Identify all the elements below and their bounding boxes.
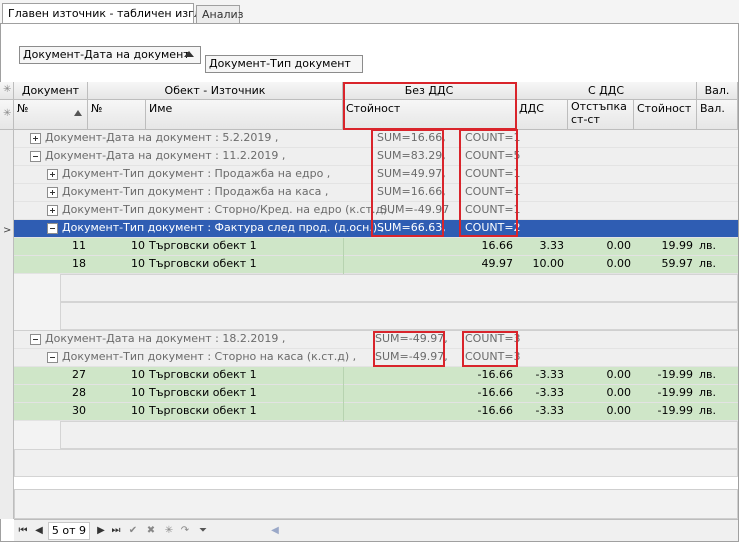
header-corner-top[interactable]: ✳ bbox=[0, 82, 14, 100]
goto-bookmark-icon[interactable]: ↷ bbox=[178, 524, 192, 538]
asterisk-icon: ✳ bbox=[3, 108, 12, 119]
sort-ascending-icon bbox=[74, 110, 82, 116]
group-footer-indent bbox=[14, 274, 60, 330]
sort-ascending-icon bbox=[184, 51, 194, 57]
scroll-left-icon[interactable]: ◀ bbox=[268, 524, 282, 538]
filter-icon[interactable]: ⏷ bbox=[196, 524, 210, 538]
expand-icon[interactable] bbox=[47, 205, 58, 216]
asterisk-icon: ✳ bbox=[3, 84, 12, 95]
group-by-date-chip[interactable]: Документ-Дата на документ bbox=[19, 46, 201, 64]
data-navigator: ⏮ ◀ 5 от 9 ▶ ⏭ ✔ ✖ ✳ ↷ ⏷ ◀ bbox=[14, 519, 738, 541]
record-position: 5 от 9 bbox=[48, 522, 90, 540]
group-by-type-label: Документ-Тип документ bbox=[209, 57, 351, 70]
group-footer bbox=[60, 421, 738, 449]
group-footer bbox=[60, 274, 738, 302]
band-document[interactable]: Документ bbox=[14, 82, 88, 100]
table-row[interactable]: 30 10 Търговски обект 1 -16.66 -3.33 0.0… bbox=[14, 403, 738, 421]
table-row[interactable]: 28 10 Търговски обект 1 -16.66 -3.33 0.0… bbox=[14, 385, 738, 403]
next-record-icon[interactable]: ▶ bbox=[94, 524, 108, 538]
collapse-icon[interactable] bbox=[47, 223, 58, 234]
table-row[interactable]: 11 10 Търговски обект 1 16.66 3.33 0.00 … bbox=[14, 238, 738, 256]
table-row[interactable]: 18 10 Търговски обект 1 49.97 10.00 0.00… bbox=[14, 256, 738, 274]
collapse-icon[interactable] bbox=[47, 352, 58, 363]
band-with-vat[interactable]: С ДДС bbox=[516, 82, 697, 100]
band-currency[interactable]: Вал. bbox=[697, 82, 738, 100]
band-object-source[interactable]: Обект - Източник bbox=[88, 82, 343, 100]
tab-main-source-table[interactable]: Главен източник - табличен изглед bbox=[2, 3, 215, 25]
highlight-box-value-header bbox=[343, 82, 517, 130]
highlight-box-sum bbox=[373, 331, 445, 367]
first-record-icon[interactable]: ⏮ bbox=[16, 524, 30, 538]
highlight-box-count bbox=[459, 129, 518, 237]
bookmark-icon[interactable]: ✳ bbox=[162, 524, 176, 538]
col-header-object-no[interactable]: № bbox=[88, 100, 146, 130]
row-indicator-column bbox=[0, 130, 14, 519]
group-footer bbox=[60, 302, 738, 330]
header-corner-bottom[interactable]: ✳ bbox=[0, 100, 14, 130]
col-header-value-with-vat[interactable]: Стойност bbox=[634, 100, 697, 130]
highlight-box-count bbox=[462, 331, 518, 367]
col-header-name[interactable]: Име bbox=[146, 100, 343, 130]
col-header-vat[interactable]: ДДС bbox=[516, 100, 568, 130]
col-header-currency[interactable]: Вал. bbox=[697, 100, 738, 130]
grid-footer bbox=[14, 489, 738, 519]
table-row[interactable]: 27 10 Търговски обект 1 -16.66 -3.33 0.0… bbox=[14, 367, 738, 385]
tab-analysis[interactable]: Анализ bbox=[196, 5, 244, 24]
highlight-box-sum bbox=[371, 129, 444, 237]
apply-edit-icon[interactable]: ✔ bbox=[126, 524, 140, 538]
col-header-no[interactable]: № bbox=[14, 100, 88, 130]
prev-record-icon[interactable]: ◀ bbox=[32, 524, 46, 538]
expand-icon[interactable] bbox=[30, 133, 41, 144]
group-footer bbox=[14, 449, 738, 477]
col-header-discount[interactable]: Отстъпка ст-ст bbox=[568, 100, 634, 130]
collapse-icon[interactable] bbox=[30, 334, 41, 345]
current-row-icon: > bbox=[3, 225, 12, 236]
cancel-edit-icon[interactable]: ✖ bbox=[144, 524, 158, 538]
group-by-type-chip[interactable]: Документ-Тип документ bbox=[205, 55, 363, 73]
collapse-icon[interactable] bbox=[30, 151, 41, 162]
group-by-date-label: Документ-Дата на документ bbox=[23, 48, 190, 61]
expand-icon[interactable] bbox=[47, 187, 58, 198]
expand-icon[interactable] bbox=[47, 169, 58, 180]
last-record-icon[interactable]: ⏭ bbox=[109, 524, 123, 538]
